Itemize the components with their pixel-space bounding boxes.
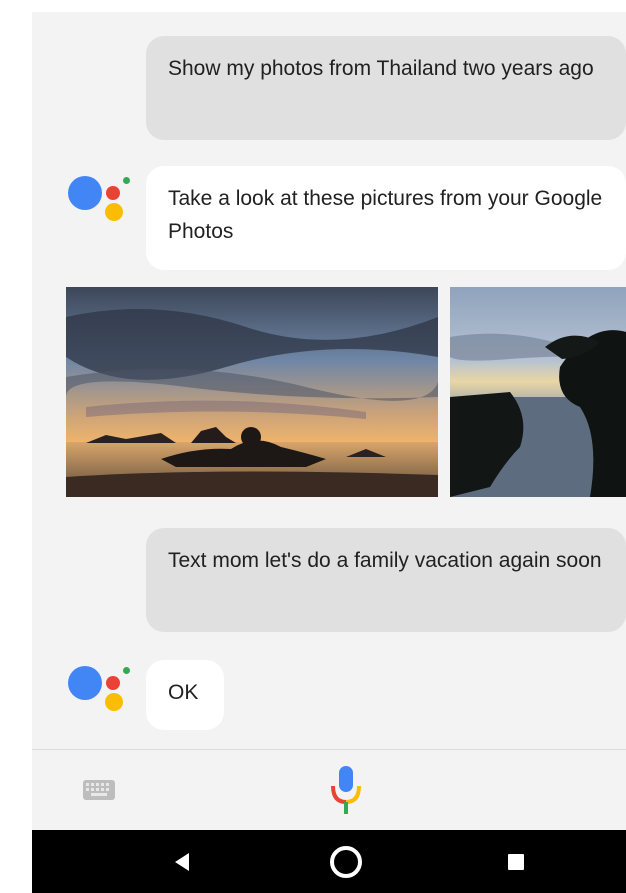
sunset-trees-image (450, 287, 626, 497)
assistant-dot-yellow (105, 203, 123, 221)
assistant-dot-green (123, 667, 130, 674)
assistant-dot-blue (68, 666, 102, 700)
assistant-dot-yellow (105, 693, 123, 711)
microphone-icon[interactable] (328, 764, 364, 816)
keyboard-icon[interactable] (82, 778, 116, 802)
navigation-bar (32, 830, 626, 893)
user-message-bubble: Show my photos from Thailand two years a… (146, 36, 626, 140)
assistant-dot-red (106, 186, 120, 200)
recents-square-icon[interactable] (486, 830, 546, 893)
assistant-message-bubble: OK (146, 660, 224, 730)
assistant-message-bubble: Take a look at these pictures from your … (146, 166, 626, 270)
google-assistant-logo-icon (68, 166, 134, 232)
input-bar (32, 750, 626, 830)
assistant-dot-green (123, 177, 130, 184)
user-message-bubble: Text mom let's do a family vacation agai… (146, 528, 626, 632)
back-triangle-icon[interactable] (152, 830, 212, 893)
google-assistant-logo-icon (68, 656, 134, 722)
assistant-dot-blue (68, 176, 102, 210)
home-circle-icon[interactable] (316, 830, 376, 893)
sunset-islands-image (66, 287, 438, 497)
sunset-trees-photo[interactable] (450, 287, 626, 497)
assistant-screen: Show my photos from Thailand two years a… (32, 12, 626, 893)
assistant-message-text: OK (168, 681, 199, 704)
user-message-text: Show my photos from Thailand two years a… (168, 57, 594, 80)
assistant-message-text: Take a look at these pictures from your … (168, 187, 603, 243)
sunset-islands-photo[interactable] (66, 287, 438, 497)
assistant-dot-red (106, 676, 120, 690)
user-message-text: Text mom let's do a family vacation agai… (168, 549, 602, 572)
